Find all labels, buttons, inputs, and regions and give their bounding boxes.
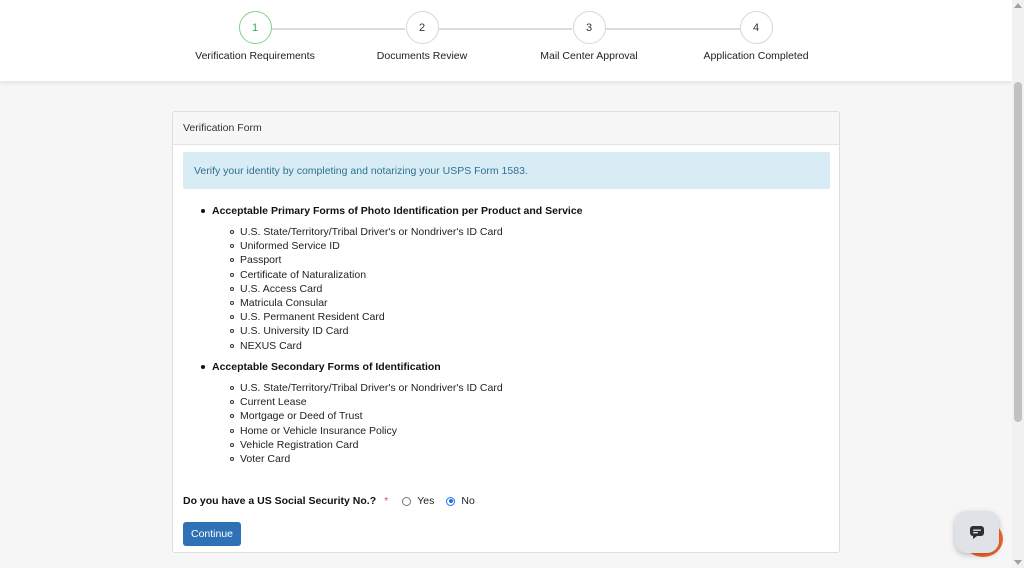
continue-button[interactable]: Continue [183, 522, 241, 546]
circle-bullet-icon [230, 258, 234, 263]
list-item: Current Lease [230, 395, 503, 409]
card-header: Verification Form [173, 112, 839, 145]
primary-id-title: Acceptable Primary Forms of Photo Identi… [212, 205, 583, 217]
verification-form-card: Verification Form Verify your identity b… [172, 111, 840, 553]
circle-bullet-icon [230, 400, 234, 405]
list-item: U.S. Permanent Resident Card [230, 310, 583, 324]
step-number: 2 [405, 11, 439, 44]
scroll-up-icon[interactable] [1014, 3, 1022, 8]
circle-bullet-icon [230, 230, 234, 235]
info-alert: Verify your identity by completing and n… [183, 152, 830, 189]
step-number: 3 [572, 11, 606, 44]
list-item: Matricula Consular [230, 296, 583, 310]
circle-bullet-icon [230, 428, 234, 433]
list-item: Passport [230, 253, 583, 267]
circle-bullet-icon [230, 414, 234, 419]
required-marker: * [384, 495, 389, 507]
step-1[interactable]: 1 Verification Requirements [170, 11, 340, 62]
secondary-id-title: Acceptable Secondary Forms of Identifica… [212, 361, 441, 373]
list-item: Certificate of Naturalization [230, 268, 583, 282]
circle-bullet-icon [230, 286, 234, 291]
radio-label: No [461, 495, 475, 507]
circle-bullet-icon [230, 442, 234, 447]
page-scrollbar[interactable] [1012, 0, 1024, 568]
ssn-no-option[interactable]: No [446, 495, 475, 507]
list-item: NEXUS Card [230, 339, 583, 353]
progress-stepper: 1 Verification Requirements 2 Documents … [0, 0, 1012, 81]
chat-bubble-icon [970, 526, 984, 539]
chat-widget-button[interactable] [955, 511, 999, 553]
list-item: U.S. State/Territory/Tribal Driver's or … [230, 381, 503, 395]
scroll-down-icon[interactable] [1014, 560, 1022, 565]
ssn-question-label: Do you have a US Social Security No.? [183, 495, 377, 507]
step-3[interactable]: 3 Mail Center Approval [504, 11, 674, 62]
circle-bullet-icon [230, 457, 234, 462]
ssn-yes-radio[interactable] [402, 496, 412, 506]
ssn-question: Do you have a US Social Security No.? * … [183, 494, 475, 508]
list-item: U.S. Access Card [230, 282, 583, 296]
step-label: Application Completed [703, 50, 809, 62]
secondary-id-list: U.S. State/Territory/Tribal Driver's or … [201, 381, 503, 466]
primary-id-list: U.S. State/Territory/Tribal Driver's or … [201, 225, 583, 353]
ssn-no-radio[interactable] [446, 496, 456, 506]
section-title: Acceptable Secondary Forms of Identifica… [201, 360, 503, 374]
list-item: Home or Vehicle Insurance Policy [230, 424, 503, 438]
step-4[interactable]: 4 Application Completed [671, 11, 841, 62]
circle-bullet-icon [230, 343, 234, 348]
top-bar: 1 Verification Requirements 2 Documents … [0, 0, 1012, 81]
radio-label: Yes [417, 495, 435, 507]
circle-bullet-icon [230, 315, 234, 320]
ssn-yes-option[interactable]: Yes [402, 495, 434, 507]
list-item: Uniformed Service ID [230, 239, 583, 253]
bullet-icon [201, 209, 205, 213]
circle-bullet-icon [230, 329, 234, 334]
step-label: Verification Requirements [195, 50, 315, 62]
list-item: U.S. State/Territory/Tribal Driver's or … [230, 225, 583, 239]
circle-bullet-icon [230, 244, 234, 249]
secondary-id-section: Acceptable Secondary Forms of Identifica… [201, 360, 503, 466]
primary-id-section: Acceptable Primary Forms of Photo Identi… [201, 204, 583, 353]
step-label: Mail Center Approval [540, 50, 638, 62]
list-item: Vehicle Registration Card [230, 438, 503, 452]
circle-bullet-icon [230, 272, 234, 277]
list-item: Voter Card [230, 452, 503, 466]
step-label: Documents Review [376, 50, 468, 62]
step-2[interactable]: 2 Documents Review [337, 11, 507, 62]
step-number: 1 [238, 11, 272, 44]
circle-bullet-icon [230, 386, 234, 391]
bullet-icon [201, 365, 205, 369]
section-title: Acceptable Primary Forms of Photo Identi… [201, 204, 583, 218]
list-item: Mortgage or Deed of Trust [230, 409, 503, 423]
circle-bullet-icon [230, 301, 234, 306]
scroll-thumb[interactable] [1014, 82, 1022, 422]
step-number: 4 [739, 11, 773, 44]
list-item: U.S. University ID Card [230, 324, 583, 338]
